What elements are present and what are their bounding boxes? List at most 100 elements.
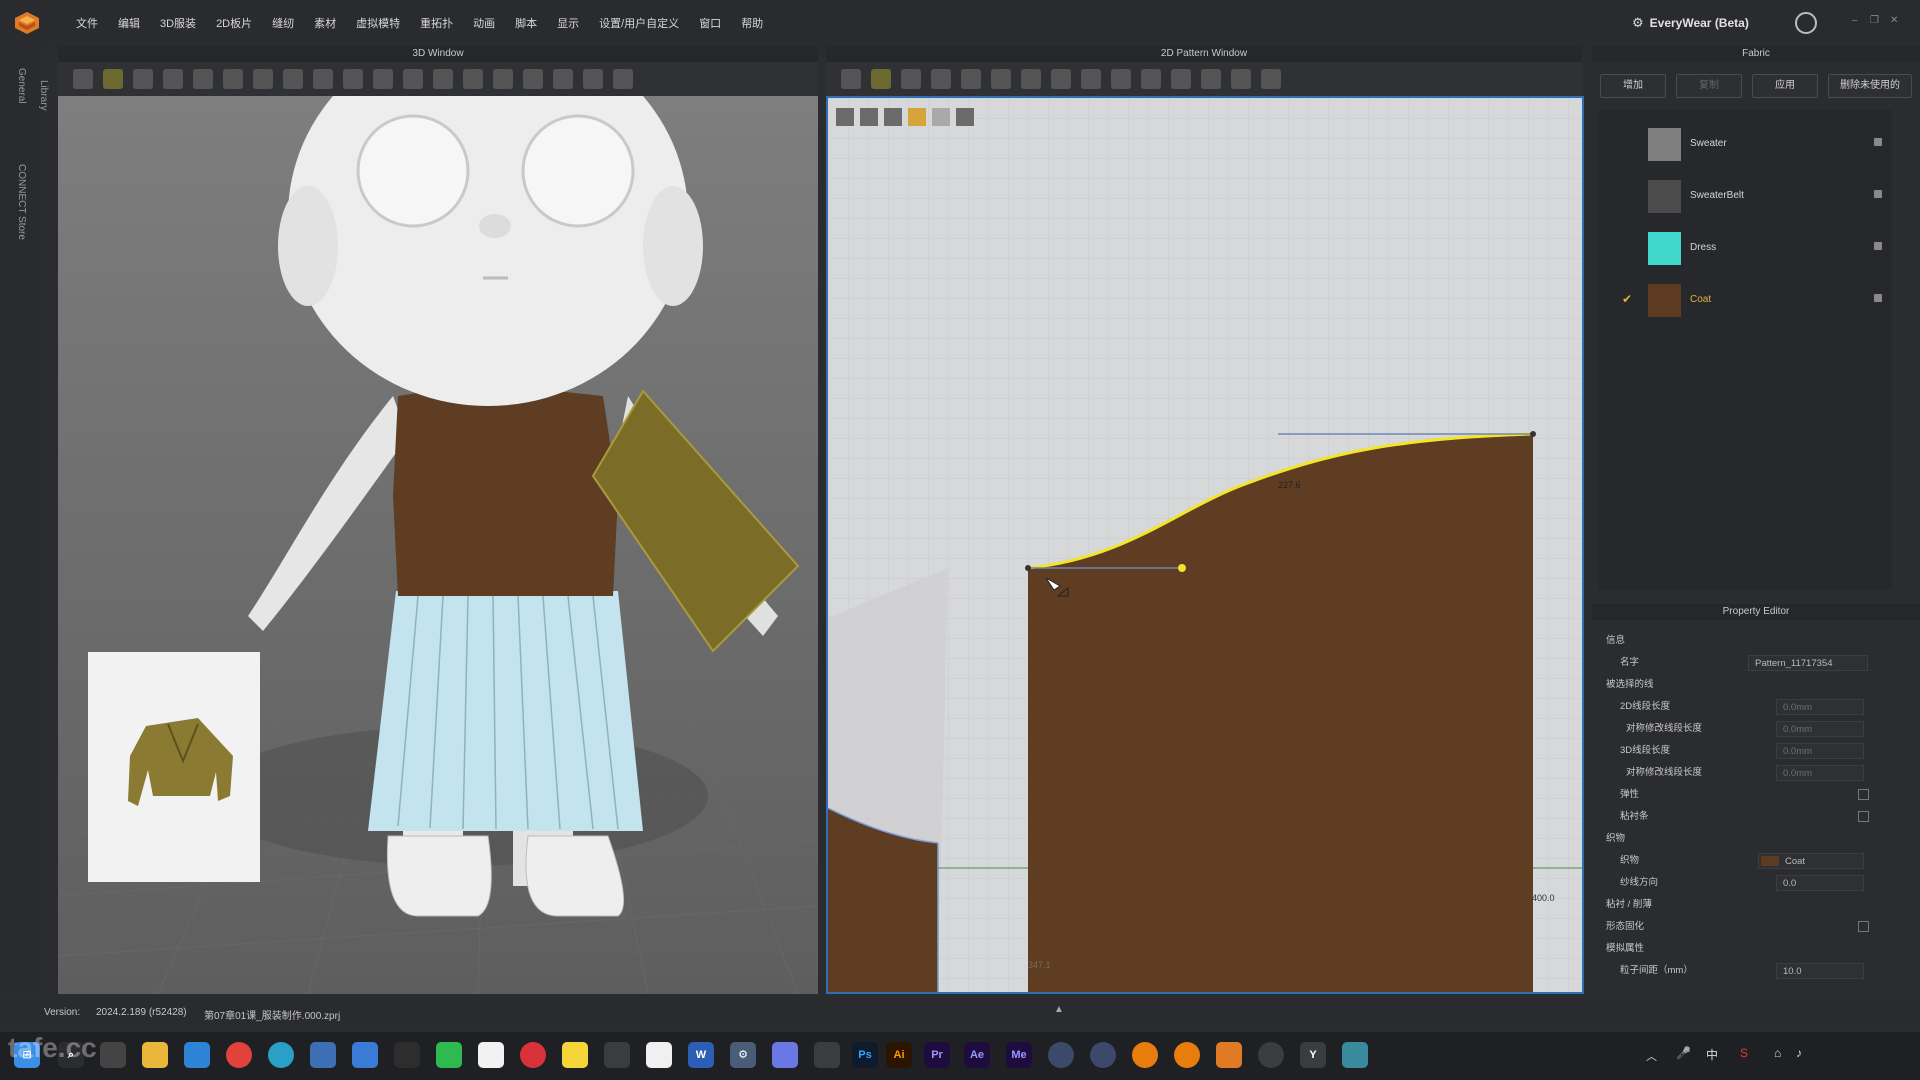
ime-icon[interactable]: 中	[1706, 1046, 1718, 1063]
fabric-item-coat[interactable]: ✔ Coat	[1598, 276, 1892, 326]
app-h-icon[interactable]	[1048, 1042, 1074, 1068]
zipper-icon[interactable]	[403, 69, 423, 89]
premiere-icon[interactable]: Pr	[924, 1042, 950, 1068]
section-info[interactable]: 信息	[1606, 630, 1625, 652]
topstitch-icon[interactable]	[343, 69, 363, 89]
menu-display[interactable]: 显示	[547, 15, 589, 31]
section-simulation[interactable]: 模拟属性	[1606, 938, 1644, 960]
netease-music-icon[interactable]	[520, 1042, 546, 1068]
select-mesh-icon[interactable]	[133, 69, 153, 89]
app-j-icon[interactable]	[1174, 1042, 1200, 1068]
add-fabric-button[interactable]: 增加	[1600, 74, 1666, 98]
retopo-icon[interactable]	[583, 69, 603, 89]
notch-icon[interactable]	[1201, 69, 1221, 89]
section-fuse[interactable]: 粘衬 / 削薄	[1606, 894, 1652, 916]
fabric-item-dress[interactable]: Dress	[1598, 224, 1892, 274]
select-move-icon[interactable]	[73, 69, 93, 89]
menu-sewing[interactable]: 缝纫	[262, 15, 304, 31]
user-avatar-icon[interactable]	[1795, 12, 1817, 34]
delete-unused-button[interactable]: 删除未使用的	[1828, 74, 1912, 98]
settings-icon[interactable]: ⚙	[730, 1042, 756, 1068]
menu-3d-garment[interactable]: 3D服装	[150, 15, 206, 31]
calculator-icon[interactable]	[1342, 1042, 1368, 1068]
grain-field[interactable]: 0.0	[1776, 875, 1864, 891]
delete-icon[interactable]	[1874, 190, 1882, 198]
close-icon[interactable]: ✕	[1890, 16, 1900, 26]
app-k-icon[interactable]	[1258, 1042, 1284, 1068]
tape-checkbox[interactable]	[1858, 811, 1869, 822]
seam-allowance-icon[interactable]	[1051, 69, 1071, 89]
sticky-notes-icon[interactable]	[562, 1042, 588, 1068]
tab-general[interactable]: General	[16, 68, 27, 104]
app-e-icon[interactable]	[646, 1042, 672, 1068]
photoshop-icon[interactable]: Ps	[852, 1042, 878, 1068]
check-sewing-icon[interactable]	[1171, 69, 1191, 89]
app-d-icon[interactable]	[604, 1042, 630, 1068]
word-icon[interactable]: W	[688, 1042, 714, 1068]
edit-curvature-icon[interactable]	[523, 69, 543, 89]
simulate-icon[interactable]	[613, 69, 633, 89]
menu-2d-pattern[interactable]: 2D板片	[206, 15, 262, 31]
delete-icon[interactable]	[1874, 294, 1882, 302]
delete-icon[interactable]	[1874, 138, 1882, 146]
wechat-icon[interactable]	[436, 1042, 462, 1068]
transform-icon[interactable]	[103, 69, 123, 89]
sym2d-field[interactable]: 0.0mm	[1776, 721, 1864, 737]
edit-sewing-icon[interactable]	[1141, 69, 1161, 89]
particle-distance-field[interactable]: 10.0	[1776, 963, 1864, 979]
button-tool-icon[interactable]	[373, 69, 393, 89]
blender-icon[interactable]	[1132, 1042, 1158, 1068]
after-effects-icon[interactable]: Ae	[964, 1042, 990, 1068]
sync-icon[interactable]	[463, 69, 483, 89]
store-icon[interactable]	[184, 1042, 210, 1068]
elastic-checkbox[interactable]	[1858, 789, 1869, 800]
menu-window[interactable]: 窗口	[689, 15, 731, 31]
measure-icon[interactable]	[253, 69, 273, 89]
app-logo-icon[interactable]	[14, 11, 40, 35]
shape-solidify-checkbox[interactable]	[1858, 921, 1869, 932]
illustrator-icon[interactable]: Ai	[886, 1042, 912, 1068]
restore-icon[interactable]: ❐	[1870, 16, 1880, 26]
volume-icon[interactable]: ♪	[1796, 1046, 1802, 1060]
rectangle-icon[interactable]	[931, 69, 951, 89]
app-a-icon[interactable]	[310, 1042, 336, 1068]
line3d-field[interactable]: 0.0mm	[1776, 743, 1864, 759]
tab-connect-store[interactable]: CONNECT Store	[16, 164, 27, 240]
menu-settings[interactable]: 设置/用户自定义	[589, 15, 689, 31]
menu-script[interactable]: 脚本	[505, 15, 547, 31]
app-g-icon[interactable]	[814, 1042, 840, 1068]
chrome-icon[interactable]	[226, 1042, 252, 1068]
fabric-item-sweaterbelt[interactable]: SweaterBelt	[1598, 172, 1892, 222]
menu-help[interactable]: 帮助	[731, 15, 773, 31]
edit-pattern-icon[interactable]	[871, 69, 891, 89]
transform-pattern-icon[interactable]	[841, 69, 861, 89]
app-c-icon[interactable]	[394, 1042, 420, 1068]
menu-edit[interactable]: 编辑	[108, 15, 150, 31]
menu-retopology[interactable]: 重拓扑	[410, 15, 463, 31]
menu-animation[interactable]: 动画	[463, 15, 505, 31]
sym3d-field[interactable]: 0.0mm	[1776, 765, 1864, 781]
everywear-button[interactable]: ⚙ EveryWear (Beta)	[1632, 10, 1749, 36]
minimize-icon[interactable]: –	[1852, 16, 1862, 26]
viewport-3d[interactable]	[58, 96, 818, 994]
network-icon[interactable]: ⌂	[1774, 1046, 1781, 1060]
app-b-icon[interactable]	[352, 1042, 378, 1068]
app-f-icon[interactable]	[772, 1042, 798, 1068]
segment-sewing-icon[interactable]	[1081, 69, 1101, 89]
app-l-icon[interactable]: Y	[1300, 1042, 1326, 1068]
file-explorer-icon[interactable]	[142, 1042, 168, 1068]
arrange-icon[interactable]	[313, 69, 333, 89]
microphone-icon[interactable]: 🎤	[1676, 1046, 1691, 1060]
polygon-icon[interactable]	[901, 69, 921, 89]
pressure-icon[interactable]	[553, 69, 573, 89]
section-fabric[interactable]: 织物	[1606, 828, 1625, 850]
name-field[interactable]: Pattern_11717354	[1748, 655, 1868, 671]
tab-library[interactable]: Library	[38, 80, 49, 111]
delete-icon[interactable]	[1874, 242, 1882, 250]
trace-icon[interactable]	[1021, 69, 1041, 89]
dart-icon[interactable]	[991, 69, 1011, 89]
fabric-item-sweater[interactable]: Sweater	[1598, 120, 1892, 170]
task-view-icon[interactable]	[100, 1042, 126, 1068]
sew-icon[interactable]	[283, 69, 303, 89]
line2d-field[interactable]: 0.0mm	[1776, 699, 1864, 715]
